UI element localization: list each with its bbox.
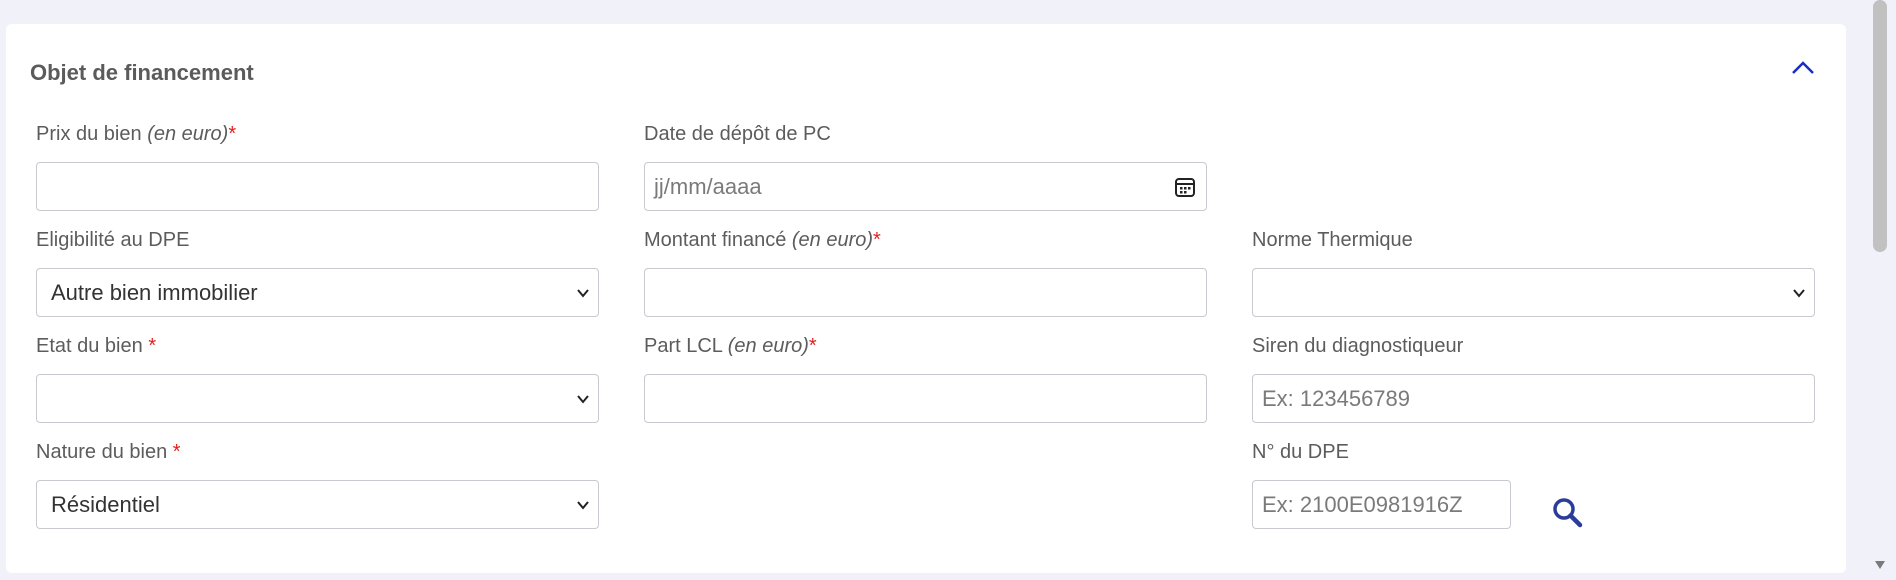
chevron-down-icon	[1793, 289, 1805, 298]
etat-du-bien-label: Etat du bien *	[36, 335, 157, 357]
etat-du-bien-select[interactable]	[36, 374, 599, 423]
siren-diagnostiqueur-label: Siren du diagnostiqueur	[1252, 335, 1464, 357]
montant-finance-label: Montant financé (en euro)*	[644, 229, 881, 251]
nature-du-bien-label: Nature du bien *	[36, 441, 181, 463]
part-lcl-input[interactable]	[644, 374, 1207, 423]
norme-thermique-select[interactable]	[1252, 268, 1815, 317]
calendar-icon[interactable]	[1174, 176, 1196, 198]
scroll-down-arrow-icon[interactable]	[1874, 560, 1886, 570]
siren-diagnostiqueur-input[interactable]: Ex: 123456789	[1252, 374, 1815, 423]
numero-dpe-input[interactable]: Ex: 2100E0981916Z	[1252, 480, 1511, 529]
prix-du-bien-input[interactable]	[36, 162, 599, 211]
prix-du-bien-label: Prix du bien (en euro)*	[36, 123, 237, 145]
chevron-down-icon	[577, 289, 589, 298]
date-depot-pc-input[interactable]: jj/mm/aaaa	[644, 162, 1207, 211]
chevron-down-icon	[577, 395, 589, 404]
scrollbar-thumb[interactable]	[1873, 0, 1887, 252]
eligibilite-dpe-label: Eligibilité au DPE	[36, 229, 190, 251]
montant-finance-input[interactable]	[644, 268, 1207, 317]
norme-thermique-label: Norme Thermique	[1252, 229, 1413, 251]
search-icon[interactable]	[1551, 496, 1585, 530]
vertical-scrollbar[interactable]	[1870, 0, 1896, 580]
chevron-up-icon[interactable]	[1789, 57, 1817, 79]
chevron-down-icon	[577, 501, 589, 510]
nature-du-bien-select[interactable]: Résidentiel	[36, 480, 599, 529]
date-depot-pc-label: Date de dépôt de PC	[644, 123, 831, 145]
numero-dpe-label: N° du DPE	[1252, 441, 1349, 463]
part-lcl-label: Part LCL (en euro)*	[644, 335, 817, 357]
section-title: Objet de financement	[30, 60, 254, 85]
eligibilite-dpe-select[interactable]: Autre bien immobilier	[36, 268, 599, 317]
